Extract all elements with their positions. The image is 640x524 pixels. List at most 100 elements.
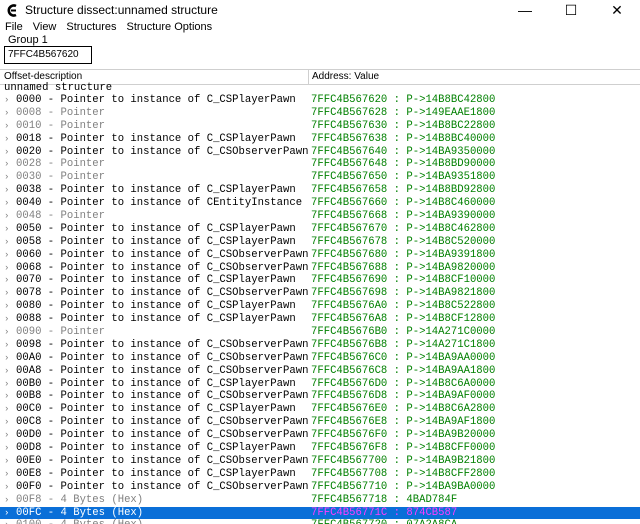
row-value: P->14B8BC22800 xyxy=(406,119,496,132)
table-row[interactable]: › 0038 - Pointer to instance of C_CSPlaye… xyxy=(0,184,640,197)
table-row[interactable]: › 0078 - Pointer to instance of C_CSObser… xyxy=(0,287,640,300)
row-value: P->14A271C1800 xyxy=(406,338,496,351)
table-row[interactable]: › 00E0 - Pointer to instance of C_CSObser… xyxy=(0,455,640,468)
expand-chevron-icon[interactable]: › xyxy=(4,236,9,249)
expand-chevron-icon[interactable]: › xyxy=(4,455,9,468)
expand-chevron-icon[interactable]: › xyxy=(4,94,9,107)
expand-chevron-icon[interactable]: › xyxy=(4,519,9,524)
expand-chevron-icon[interactable]: › xyxy=(4,184,9,197)
menu-structure-options[interactable]: Structure Options xyxy=(122,21,218,33)
table-row[interactable]: › 0018 - Pointer to instance of C_CSPlaye… xyxy=(0,133,640,146)
table-row[interactable]: › 00E8 - Pointer to instance of C_CSPlaye… xyxy=(0,468,640,481)
table-row[interactable]: › 00C0 - Pointer to instance of C_CSPlaye… xyxy=(0,403,640,416)
expand-chevron-icon[interactable]: › xyxy=(4,390,9,403)
expand-chevron-icon[interactable]: › xyxy=(4,146,9,159)
table-row[interactable]: › 00D0 - Pointer to instance of C_CSObser… xyxy=(0,429,640,442)
table-row[interactable]: › 0010 - Pointer 7FFC4B567630 : P->14B8BC2… xyxy=(0,120,640,133)
table-row[interactable]: › 0048 - Pointer 7FFC4B567668 : P->14BA939… xyxy=(0,210,640,223)
table-row[interactable]: › 0080 - Pointer to instance of C_CSPlaye… xyxy=(0,300,640,313)
expand-chevron-icon[interactable]: › xyxy=(4,107,9,120)
table-row[interactable]: › 00C8 - Pointer to instance of C_CSObser… xyxy=(0,416,640,429)
address-separator: : xyxy=(387,403,407,416)
row-address-value: 7FFC4B567658 : P->14B8BD92800 xyxy=(311,184,495,197)
address-column-header[interactable]: Address: Value xyxy=(312,71,379,82)
maximize-icon[interactable]: ☐ xyxy=(548,0,594,20)
expand-chevron-icon[interactable]: › xyxy=(4,416,9,429)
expand-chevron-icon[interactable]: › xyxy=(4,223,9,236)
row-address: 7FFC4B567688 xyxy=(311,261,388,274)
expand-chevron-icon[interactable]: › xyxy=(4,494,9,507)
expand-chevron-icon[interactable]: › xyxy=(4,403,9,416)
menu-file[interactable]: File xyxy=(0,21,28,33)
table-row[interactable]: › 0068 - Pointer to instance of C_CSObser… xyxy=(0,262,640,275)
address-separator: : xyxy=(387,210,407,223)
table-row[interactable]: › 0008 - Pointer 7FFC4B567628 : P->149EAAE… xyxy=(0,107,640,120)
row-value: P->14BA9AA1800 xyxy=(406,364,496,377)
table-row[interactable]: › 00B0 - Pointer to instance of C_CSPlaye… xyxy=(0,378,640,391)
expand-chevron-icon[interactable]: › xyxy=(4,378,9,391)
expand-chevron-icon[interactable]: › xyxy=(4,442,9,455)
table-row[interactable]: › 00A0 - Pointer to instance of C_CSObser… xyxy=(0,352,640,365)
table-row[interactable]: › 0028 - Pointer 7FFC4B567648 : P->14B8BD9… xyxy=(0,158,640,171)
expand-chevron-icon[interactable]: › xyxy=(4,326,9,339)
expand-chevron-icon[interactable]: › xyxy=(4,365,9,378)
minimize-icon[interactable]: — xyxy=(502,0,548,20)
table-row[interactable]: › 00B8 - Pointer to instance of C_CSObser… xyxy=(0,390,640,403)
address-separator: : xyxy=(387,119,407,132)
row-offset-description: 0040 - Pointer to instance of CEntityIns… xyxy=(16,197,303,210)
row-offset-description: 0008 - Pointer xyxy=(16,106,106,119)
offset-column-header[interactable]: Offset-description xyxy=(4,71,82,82)
table-row[interactable]: › 00A8 - Pointer to instance of C_CSObser… xyxy=(0,365,640,378)
close-icon[interactable]: ✕ xyxy=(594,0,640,20)
table-row[interactable]: › 00D8 - Pointer to instance of C_CSPlaye… xyxy=(0,442,640,455)
table-row[interactable]: › 0058 - Pointer to instance of C_CSPlaye… xyxy=(0,236,640,249)
expand-chevron-icon[interactable]: › xyxy=(4,352,9,365)
menu-view[interactable]: View xyxy=(28,21,62,33)
address-separator: : xyxy=(387,364,407,377)
expand-chevron-icon[interactable]: › xyxy=(4,429,9,442)
table-row[interactable]: › 0050 - Pointer to instance of C_CSPlaye… xyxy=(0,223,640,236)
expand-chevron-icon[interactable]: › xyxy=(4,481,9,494)
expand-chevron-icon[interactable]: › xyxy=(4,262,9,275)
menu-structures[interactable]: Structures xyxy=(61,21,121,33)
expand-chevron-icon[interactable]: › xyxy=(4,468,9,481)
structure-tree[interactable]: unnamed structure › 0000 - Pointer to ins… xyxy=(0,82,640,524)
address-separator: : xyxy=(387,313,407,326)
expand-chevron-icon[interactable]: › xyxy=(4,300,9,313)
row-offset-description: 0038 - Pointer to instance of C_CSPlayer… xyxy=(16,184,296,197)
expand-chevron-icon[interactable]: › xyxy=(4,274,9,287)
expand-chevron-icon[interactable]: › xyxy=(4,120,9,133)
table-row[interactable]: › 0090 - Pointer 7FFC4B5676B0 : P->14A271C… xyxy=(0,326,640,339)
expand-chevron-icon[interactable]: › xyxy=(4,171,9,184)
table-row[interactable]: › 0088 - Pointer to instance of C_CSPlaye… xyxy=(0,313,640,326)
table-row[interactable]: › 0040 - Pointer to instance of CEntityIn… xyxy=(0,197,640,210)
row-value: 07A2A8CA xyxy=(406,519,457,524)
table-row[interactable]: › 0098 - Pointer to instance of C_CSObser… xyxy=(0,339,640,352)
expand-chevron-icon[interactable]: › xyxy=(4,197,9,210)
expand-chevron-icon[interactable]: › xyxy=(4,158,9,171)
table-row[interactable]: › 0070 - Pointer to instance of C_CSPlaye… xyxy=(0,274,640,287)
table-row[interactable]: › 00FC - 4 Bytes (Hex) 7FFC4B56771C : 874C… xyxy=(0,506,640,520)
address-separator: : xyxy=(387,519,406,524)
expand-chevron-icon[interactable]: › xyxy=(4,249,9,262)
row-address: 7FFC4B5676D0 xyxy=(311,377,388,390)
row-value: P->14BA9AA0000 xyxy=(406,351,496,364)
expand-chevron-icon[interactable]: › xyxy=(4,339,9,352)
table-row[interactable]: › 00F0 - Pointer to instance of C_CSObser… xyxy=(0,481,640,494)
root-node[interactable]: unnamed structure xyxy=(0,82,640,94)
table-row[interactable]: › 0060 - Pointer to instance of C_CSObser… xyxy=(0,249,640,262)
table-row[interactable]: › 0000 - Pointer to instance of C_CSPlaye… xyxy=(0,94,640,107)
address-separator: : xyxy=(387,454,407,467)
table-row[interactable]: › 0020 - Pointer to instance of C_CSObser… xyxy=(0,146,640,159)
address-separator: : xyxy=(387,287,407,300)
expand-chevron-icon[interactable]: › xyxy=(4,133,9,146)
expand-chevron-icon[interactable]: › xyxy=(4,287,9,300)
table-row[interactable]: › 00F8 - 4 Bytes (Hex) 7FFC4B567718 : 4BAD… xyxy=(0,494,640,507)
expand-chevron-icon[interactable]: › xyxy=(4,210,9,223)
group-address-field[interactable]: 7FFC4B567620 xyxy=(4,46,92,64)
table-row[interactable]: › 0030 - Pointer 7FFC4B567650 : P->14BA935… xyxy=(0,171,640,184)
row-address: 7FFC4B567660 xyxy=(311,197,388,210)
expand-chevron-icon[interactable]: › xyxy=(4,507,9,520)
expand-chevron-icon[interactable]: › xyxy=(4,313,9,326)
table-row[interactable]: › 0100 - 4 Bytes (Hex) 7FFC4B567720 : 07A2… xyxy=(0,519,640,524)
